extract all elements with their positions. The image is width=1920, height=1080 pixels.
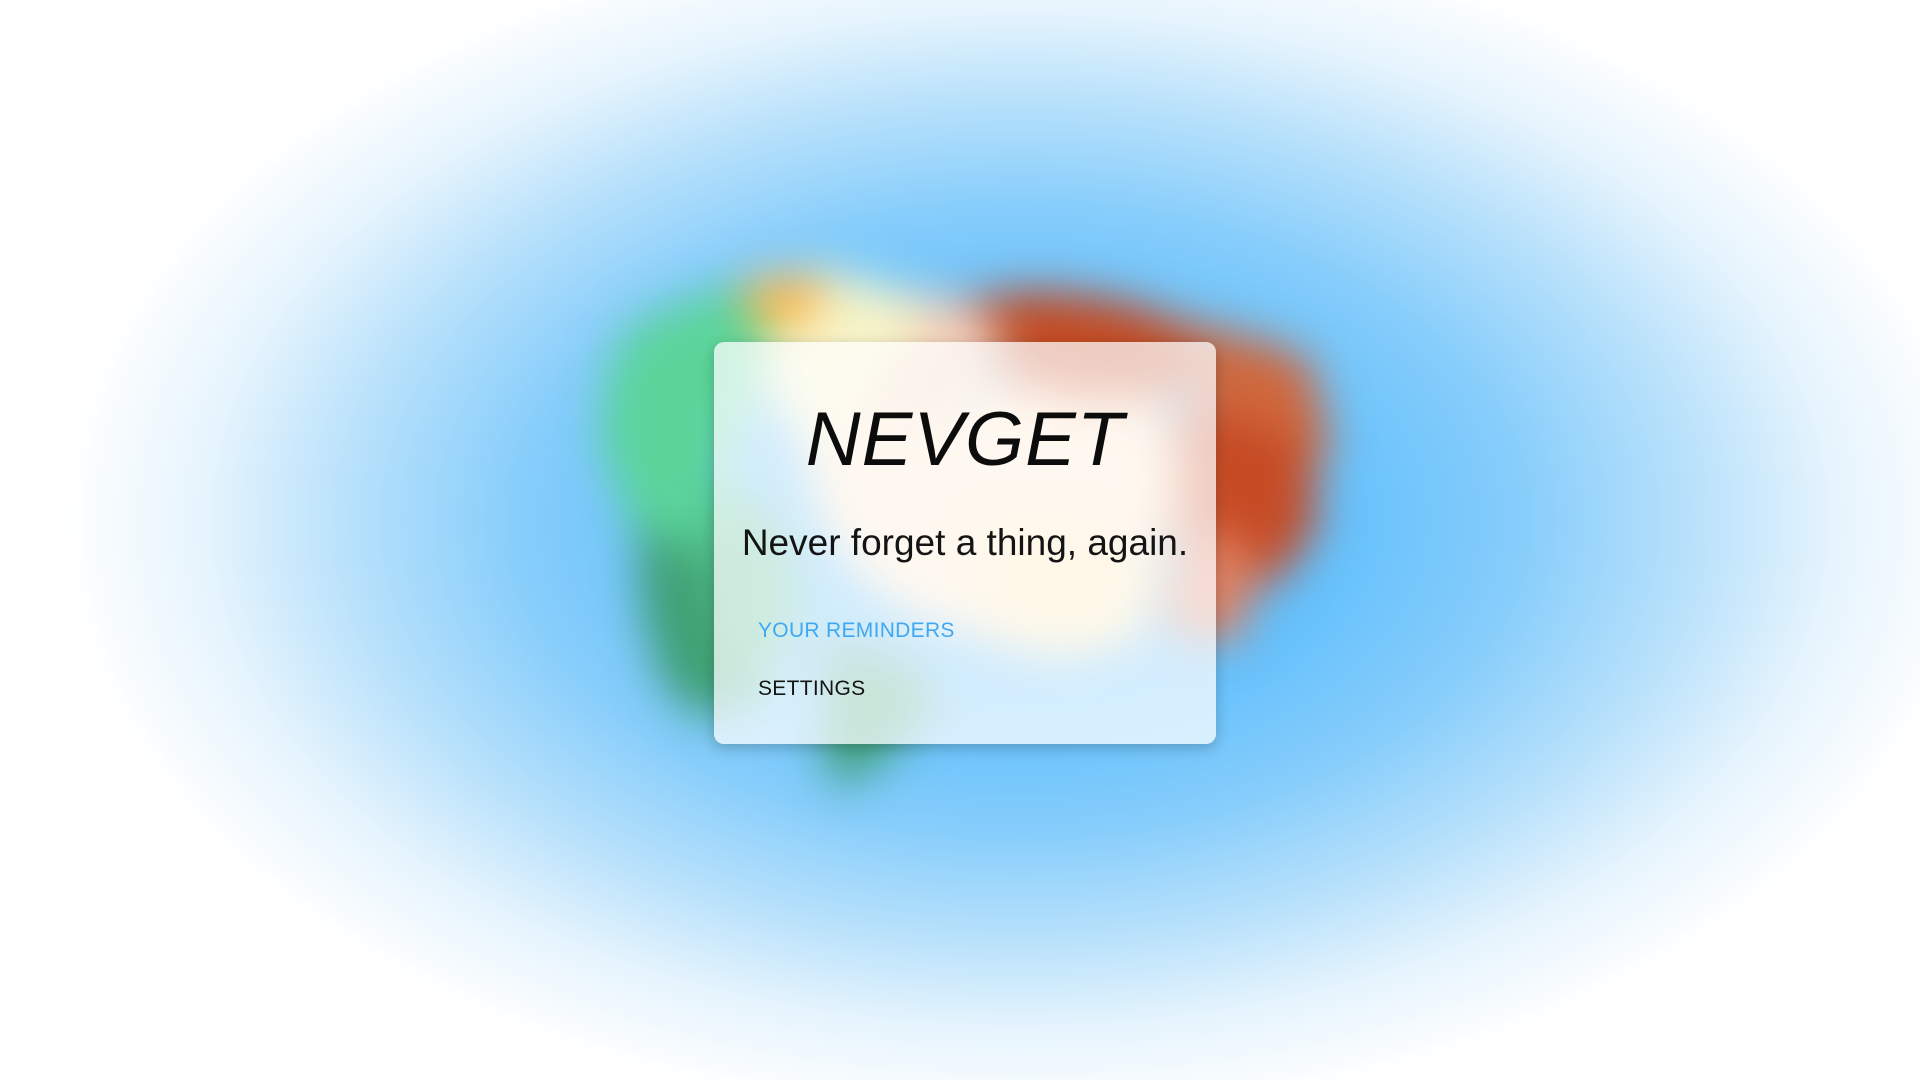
main-menu: YOUR REMINDERS SETTINGS: [758, 620, 955, 699]
main-menu-card: NEVGET Never forget a thing, again. YOUR…: [714, 342, 1216, 744]
settings-link[interactable]: SETTINGS: [758, 678, 955, 699]
app-logo: NEVGET: [805, 397, 1125, 482]
app-tagline: Never forget a thing, again.: [741, 522, 1189, 563]
your-reminders-link[interactable]: YOUR REMINDERS: [758, 620, 955, 641]
